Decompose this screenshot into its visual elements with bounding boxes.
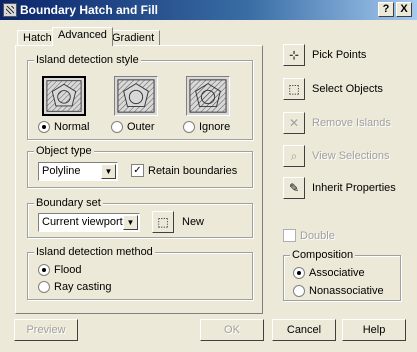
radio-flood-dot[interactable] xyxy=(38,264,50,276)
double-label: Double xyxy=(300,229,335,242)
radio-outer[interactable]: Outer xyxy=(111,121,155,133)
double-checkbox[interactable]: Double xyxy=(283,229,335,242)
radio-outer-dot[interactable] xyxy=(111,121,123,133)
radio-outer-label: Outer xyxy=(127,121,155,133)
new-label: New xyxy=(182,216,205,228)
radio-normal-dot[interactable] xyxy=(38,121,50,133)
title-bar: Boundary Hatch and Fill ? X xyxy=(0,0,417,20)
boundary-set-select[interactable]: Current viewport ▼ xyxy=(38,213,140,232)
inherit-properties-label[interactable]: Inherit Properties xyxy=(312,182,396,194)
radio-normal-label: Normal xyxy=(54,121,90,133)
inherit-properties-icon: ✎ xyxy=(288,181,300,195)
close-button[interactable]: X xyxy=(396,2,412,17)
radio-ignore[interactable]: Ignore xyxy=(183,121,230,133)
island-style-outer-preview[interactable] xyxy=(114,76,158,116)
object-type-value: Polyline xyxy=(42,165,81,177)
help-title-button[interactable]: ? xyxy=(378,2,394,17)
remove-islands-icon: ✕ xyxy=(288,116,300,130)
radio-flood[interactable]: Flood xyxy=(38,264,82,276)
double-check-icon[interactable] xyxy=(283,229,296,242)
tab-advanced[interactable]: Advanced xyxy=(52,27,113,46)
chevron-down-icon[interactable]: ▼ xyxy=(101,164,116,179)
select-objects-label[interactable]: Select Objects xyxy=(312,83,383,95)
help-button[interactable]: Help xyxy=(342,319,406,341)
preview-button[interactable]: Preview xyxy=(14,319,78,341)
boundary-set-value: Current viewport xyxy=(42,216,123,228)
remove-islands-label[interactable]: Remove Islands xyxy=(312,117,391,129)
radio-ray-casting-label: Ray casting xyxy=(54,281,112,293)
ignore-preview-icon xyxy=(189,79,227,113)
radio-associative-label: Associative xyxy=(309,267,365,279)
view-selections-label[interactable]: View Selections xyxy=(312,150,389,162)
island-style-ignore-preview[interactable] xyxy=(186,76,230,116)
window-title: Boundary Hatch and Fill xyxy=(20,3,159,17)
radio-associative[interactable]: Associative xyxy=(293,267,365,279)
radio-nonassociative-label: Nonassociative xyxy=(309,285,384,297)
radio-associative-dot[interactable] xyxy=(293,267,305,279)
pick-points-icon: ⊹ xyxy=(288,48,300,62)
retain-boundaries-check-icon[interactable]: ✓ xyxy=(131,164,144,177)
island-detection-method-label: Island detection method xyxy=(34,246,155,258)
object-type-select[interactable]: Polyline ▼ xyxy=(38,162,118,181)
retain-boundaries-label: Retain boundaries xyxy=(148,164,238,177)
radio-ignore-label: Ignore xyxy=(199,121,231,133)
radio-ray-casting[interactable]: Ray casting xyxy=(38,281,111,293)
radio-nonassociative[interactable]: Nonassociative xyxy=(293,285,384,297)
remove-islands-button[interactable]: ✕ xyxy=(283,112,305,134)
radio-ignore-dot[interactable] xyxy=(183,121,195,133)
tab-gradient[interactable]: Gradient xyxy=(106,30,161,46)
island-style-normal-preview[interactable] xyxy=(42,76,86,116)
radio-nonassociative-dot[interactable] xyxy=(293,285,305,297)
new-boundary-set-button[interactable]: ⬚ xyxy=(152,211,174,233)
normal-preview-icon xyxy=(46,80,82,112)
cancel-button[interactable]: Cancel xyxy=(272,319,336,341)
inherit-properties-button[interactable]: ✎ xyxy=(283,177,305,199)
new-boundary-set-icon: ⬚ xyxy=(157,215,169,229)
boundary-set-label: Boundary set xyxy=(34,197,103,209)
chevron-down-icon[interactable]: ▼ xyxy=(123,215,138,230)
select-objects-button[interactable]: ⬚ xyxy=(283,78,305,100)
radio-ray-casting-dot[interactable] xyxy=(38,281,50,293)
outer-preview-icon xyxy=(117,79,155,113)
retain-boundaries-checkbox[interactable]: ✓ Retain boundaries xyxy=(131,164,237,177)
pick-points-label[interactable]: Pick Points xyxy=(312,49,366,61)
object-type-label: Object type xyxy=(34,145,94,157)
composition-label: Composition xyxy=(290,249,356,261)
view-selections-button[interactable]: ⌕ xyxy=(283,145,305,167)
radio-normal[interactable]: Normal xyxy=(38,121,89,133)
pick-points-button[interactable]: ⊹ xyxy=(283,44,305,66)
ok-button[interactable]: OK xyxy=(200,319,264,341)
island-detection-style-label: Island detection style xyxy=(34,54,141,66)
radio-flood-label: Flood xyxy=(54,264,82,276)
select-objects-icon: ⬚ xyxy=(288,82,300,96)
view-selections-icon: ⌕ xyxy=(290,149,298,163)
hatch-app-icon xyxy=(3,3,17,17)
